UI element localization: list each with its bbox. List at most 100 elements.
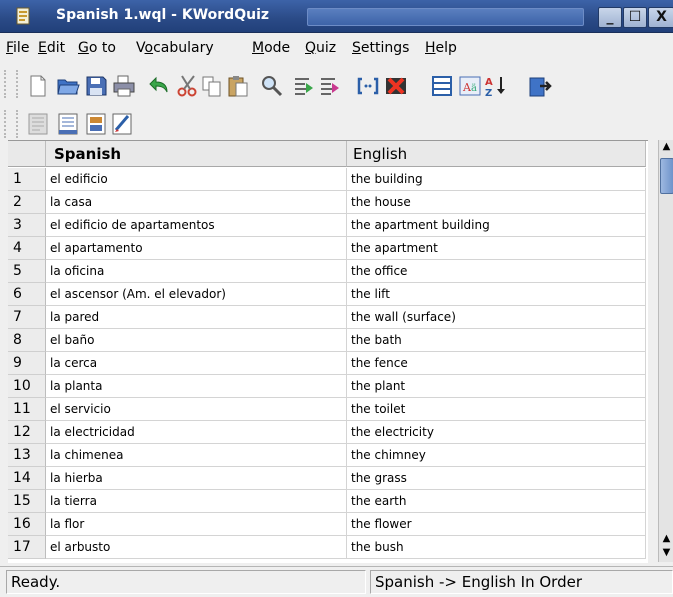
mark-right-icon[interactable] xyxy=(318,74,342,98)
english-cell[interactable]: the grass xyxy=(347,467,646,490)
spanish-cell[interactable]: la cerca xyxy=(46,352,347,375)
spanish-cell[interactable]: la chimenea xyxy=(46,444,347,467)
english-cell[interactable]: the bush xyxy=(347,536,646,559)
row-number[interactable]: 17 xyxy=(8,536,46,559)
multiple-choice-icon[interactable] xyxy=(84,112,108,136)
english-cell[interactable]: the fence xyxy=(347,352,646,375)
english-cell[interactable]: the bath xyxy=(347,329,646,352)
english-cell[interactable]: the house xyxy=(347,191,646,214)
english-cell[interactable]: the plant xyxy=(347,375,646,398)
english-cell[interactable]: the apartment xyxy=(347,237,646,260)
row-number[interactable]: 3 xyxy=(8,214,46,237)
app-icon[interactable] xyxy=(14,7,32,25)
row-number[interactable]: 8 xyxy=(8,329,46,352)
table-row[interactable]: 8 el baño the bath xyxy=(8,329,648,352)
row-number[interactable]: 10 xyxy=(8,375,46,398)
table-icon[interactable] xyxy=(430,74,454,98)
spanish-cell[interactable]: la hierba xyxy=(46,467,347,490)
row-number[interactable]: 9 xyxy=(8,352,46,375)
table-row[interactable]: 12 la electricidad the electricity xyxy=(8,421,648,444)
row-number[interactable]: 1 xyxy=(8,168,46,191)
copy-icon[interactable] xyxy=(200,74,224,98)
maximize-button[interactable]: ☐ xyxy=(623,7,647,28)
toolbar2-grip[interactable] xyxy=(4,110,18,138)
english-cell[interactable]: the apartment building xyxy=(347,214,646,237)
menu-quiz[interactable]: Quiz xyxy=(305,40,336,56)
spanish-cell[interactable]: la tierra xyxy=(46,490,347,513)
paste-icon[interactable] xyxy=(226,74,250,98)
english-cell[interactable]: the toilet xyxy=(347,398,646,421)
row-number[interactable]: 5 xyxy=(8,260,46,283)
mark-left-icon[interactable] xyxy=(292,74,316,98)
flashcard-icon[interactable] xyxy=(56,112,80,136)
print-icon[interactable] xyxy=(112,74,136,98)
vocabulary-table[interactable]: Spanish English 1 el edificio the building… xyxy=(8,140,648,563)
spanish-cell[interactable]: el servicio xyxy=(46,398,347,421)
english-cell[interactable]: the earth xyxy=(347,490,646,513)
title-bar[interactable]: Spanish 1.wql - KWordQuiz _ ☐ X xyxy=(0,0,673,33)
question-answer-icon[interactable] xyxy=(110,112,134,136)
table-row[interactable]: 1 el edificio the building xyxy=(8,168,648,191)
spanish-cell[interactable]: la oficina xyxy=(46,260,347,283)
menu-settings[interactable]: Settings xyxy=(352,40,409,56)
table-corner[interactable] xyxy=(8,141,46,167)
menu-vocabulary[interactable]: Vocabulary xyxy=(136,40,214,56)
editor-icon[interactable] xyxy=(26,112,50,136)
row-number[interactable]: 14 xyxy=(8,467,46,490)
table-row[interactable]: 16 la flor the flower xyxy=(8,513,648,536)
menu-edit[interactable]: Edit xyxy=(38,40,65,56)
english-cell[interactable]: the wall (surface) xyxy=(347,306,646,329)
table-row[interactable]: 17 el arbusto the bush xyxy=(8,536,648,559)
open-folder-icon[interactable] xyxy=(56,74,80,98)
menu-goto[interactable]: Go to xyxy=(78,40,116,56)
spanish-cell[interactable]: la flor xyxy=(46,513,347,536)
spanish-cell[interactable]: el ascensor (Am. el elevador) xyxy=(46,283,347,306)
spanish-cell[interactable]: el baño xyxy=(46,329,347,352)
table-row[interactable]: 3 el edificio de apartamentos the apartmen… xyxy=(8,214,648,237)
brackets-icon[interactable] xyxy=(356,74,380,98)
table-row[interactable]: 14 la hierba the grass xyxy=(8,467,648,490)
english-cell[interactable]: the lift xyxy=(347,283,646,306)
table-row[interactable]: 5 la oficina the office xyxy=(8,260,648,283)
menu-file[interactable]: File xyxy=(6,40,29,56)
save-icon[interactable] xyxy=(84,74,108,98)
new-file-icon[interactable] xyxy=(26,74,50,98)
table-row[interactable]: 11 el servicio the toilet xyxy=(8,398,648,421)
cut-icon[interactable] xyxy=(176,74,200,98)
spanish-cell[interactable]: el apartamento xyxy=(46,237,347,260)
vertical-scrollbar[interactable]: ▲ ▲ ▼ xyxy=(658,140,673,562)
scroll-up-arrow-icon[interactable]: ▲ xyxy=(659,532,673,546)
scroll-thumb[interactable] xyxy=(660,158,673,194)
find-icon[interactable] xyxy=(260,74,284,98)
spanish-cell[interactable]: la planta xyxy=(46,375,347,398)
row-number[interactable]: 7 xyxy=(8,306,46,329)
delete-icon[interactable] xyxy=(384,74,408,98)
table-row[interactable]: 2 la casa the house xyxy=(8,191,648,214)
menu-mode[interactable]: Mode xyxy=(252,40,290,56)
table-row[interactable]: 10 la planta the plant xyxy=(8,375,648,398)
row-number[interactable]: 6 xyxy=(8,283,46,306)
spanish-cell[interactable]: el edificio xyxy=(46,168,347,191)
scroll-up-arrow-icon[interactable]: ▲ xyxy=(659,140,673,154)
table-row[interactable]: 13 la chimenea the chimney xyxy=(8,444,648,467)
spanish-cell[interactable]: el arbusto xyxy=(46,536,347,559)
undo-icon[interactable] xyxy=(146,74,170,98)
english-cell[interactable]: the office xyxy=(347,260,646,283)
table-row[interactable]: 4 el apartamento the apartment xyxy=(8,237,648,260)
spanish-cell[interactable]: la pared xyxy=(46,306,347,329)
spanish-cell[interactable]: la electricidad xyxy=(46,421,347,444)
english-cell[interactable]: the building xyxy=(347,168,646,191)
english-cell[interactable]: the flower xyxy=(347,513,646,536)
row-number[interactable]: 12 xyxy=(8,421,46,444)
special-char-icon[interactable]: Aä xyxy=(458,74,482,98)
spanish-cell[interactable]: la casa xyxy=(46,191,347,214)
row-number[interactable]: 15 xyxy=(8,490,46,513)
row-number[interactable]: 11 xyxy=(8,398,46,421)
row-number[interactable]: 13 xyxy=(8,444,46,467)
spanish-cell[interactable]: el edificio de apartamentos xyxy=(46,214,347,237)
table-row[interactable]: 9 la cerca the fence xyxy=(8,352,648,375)
menu-help[interactable]: Help xyxy=(425,40,457,56)
row-number[interactable]: 16 xyxy=(8,513,46,536)
sort-az-icon[interactable]: AZ xyxy=(484,74,508,98)
exit-icon[interactable] xyxy=(526,74,554,98)
